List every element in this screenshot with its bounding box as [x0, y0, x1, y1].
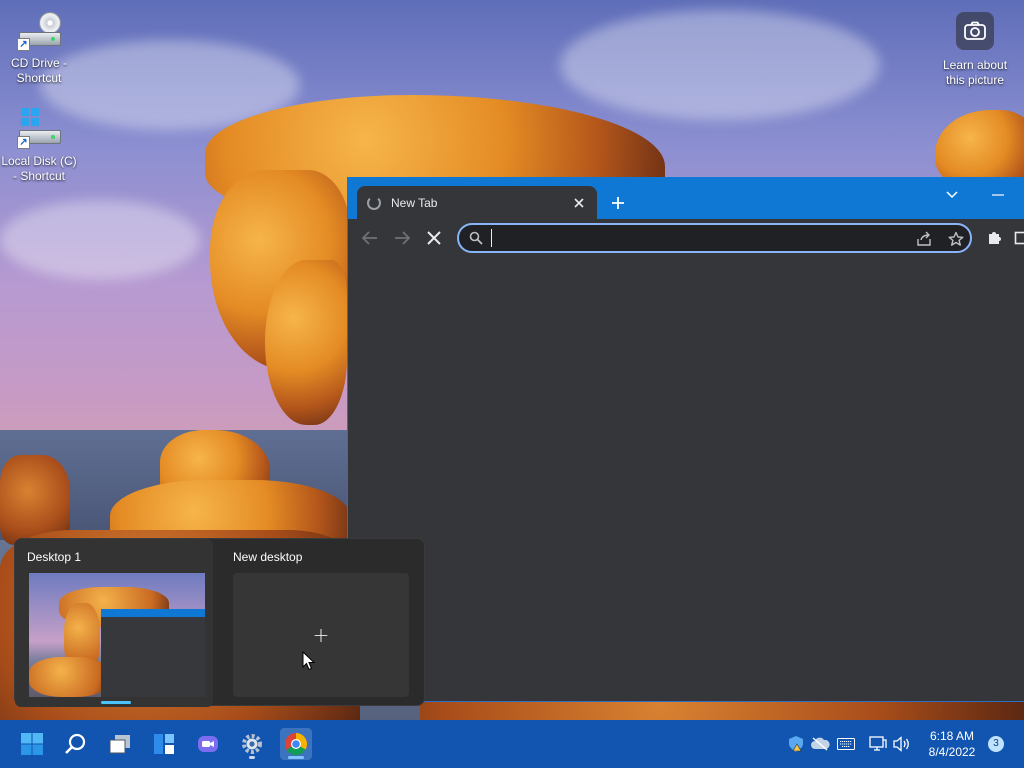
task-view-icon — [109, 735, 130, 754]
tab-new-tab[interactable]: New Tab — [357, 186, 597, 219]
cd-drive-icon: ↗ — [17, 8, 61, 52]
volume-icon[interactable] — [892, 734, 912, 754]
onedrive-offline-icon[interactable] — [810, 734, 830, 754]
share-icon — [917, 231, 931, 246]
desktop-icon-cd-drive[interactable]: ↗ CD Drive - Shortcut — [0, 8, 79, 86]
side-panel-button[interactable] — [1010, 226, 1024, 250]
desktop-label: Desktop 1 — [27, 550, 82, 564]
settings-button[interactable] — [236, 728, 268, 760]
clock-date: 8/4/2022 — [928, 745, 976, 759]
network-icon[interactable] — [868, 734, 888, 754]
loading-spinner-icon — [367, 195, 381, 210]
text-caret — [491, 229, 492, 247]
taskbar: 6:18 AM 8/4/2022 3 — [0, 720, 1024, 768]
local-disk-icon: ↗ — [17, 106, 61, 150]
puzzle-icon — [989, 232, 1001, 244]
search-icon — [469, 231, 483, 245]
desktop-1-card[interactable]: Desktop 1 — [15, 539, 213, 707]
chrome-icon — [285, 733, 307, 755]
chrome-button[interactable] — [280, 728, 312, 760]
stop-loading-button[interactable] — [422, 226, 446, 250]
cloud — [0, 200, 200, 280]
search-icon — [65, 733, 86, 754]
star-icon — [948, 231, 964, 246]
widgets-icon — [154, 734, 174, 754]
gear-icon — [242, 734, 262, 754]
security-warning-icon[interactable] — [786, 734, 806, 754]
minimize-button[interactable] — [984, 183, 1012, 207]
arrow-right-icon — [395, 231, 410, 245]
cloud — [560, 10, 880, 120]
active-app-indicator — [288, 756, 304, 759]
plus-icon: + — [312, 623, 330, 647]
widgets-button[interactable] — [148, 728, 180, 760]
active-desktop-indicator — [101, 701, 131, 704]
camera-icon — [956, 12, 994, 50]
learn-about-picture-label: Learn about this picture — [942, 58, 1008, 87]
close-icon — [574, 197, 584, 208]
chevron-down-icon — [946, 191, 958, 199]
notification-badge[interactable]: 3 — [988, 736, 1004, 752]
side-panel-icon — [1014, 231, 1024, 245]
arrow-left-icon — [362, 231, 377, 245]
browser-toolbar — [348, 219, 1024, 257]
desktop-icon-label: Local Disk (C) - Shortcut — [1, 154, 77, 183]
desktop-icon-local-disk[interactable]: ↗ Local Disk (C) - Shortcut — [0, 106, 79, 184]
address-input[interactable] — [489, 228, 899, 248]
close-icon — [427, 231, 441, 245]
new-desktop-label: New desktop — [233, 550, 303, 564]
learn-about-picture[interactable]: Learn about this picture — [936, 12, 1014, 88]
desktop-thumbnail — [29, 573, 205, 697]
bookmark-button[interactable] — [947, 230, 965, 248]
start-button[interactable] — [16, 728, 48, 760]
forward-button[interactable] — [390, 226, 414, 250]
browser-window[interactable]: New Tab — [347, 177, 1024, 702]
chat-button[interactable] — [192, 728, 224, 760]
new-tab-button[interactable] — [606, 191, 630, 215]
desktop-icon-label: CD Drive - Shortcut — [11, 56, 67, 85]
plus-icon — [612, 197, 624, 209]
running-indicator — [249, 756, 255, 759]
rock-formation — [265, 260, 347, 425]
search-button[interactable] — [60, 728, 92, 760]
extensions-button[interactable] — [982, 226, 1006, 250]
clock[interactable]: 6:18 AM 8/4/2022 — [922, 728, 982, 760]
mouse-cursor-icon — [302, 651, 316, 671]
browser-titlebar[interactable]: New Tab — [348, 177, 1024, 219]
back-button[interactable] — [358, 226, 382, 250]
clock-time: 6:18 AM — [929, 729, 975, 743]
tab-search-button[interactable] — [938, 183, 966, 207]
tab-title: New Tab — [391, 195, 438, 210]
minimize-icon — [992, 194, 1004, 196]
new-desktop-button[interactable]: + — [233, 573, 409, 697]
windows-start-icon — [21, 733, 43, 755]
share-button[interactable] — [915, 230, 933, 248]
task-view-button[interactable] — [104, 728, 136, 760]
tab-close-button[interactable] — [571, 195, 587, 211]
address-bar[interactable] — [457, 223, 972, 253]
keyboard-icon[interactable] — [836, 734, 856, 754]
desktops-flyout: Desktop 1 New desktop + — [14, 538, 425, 707]
chat-icon — [198, 736, 218, 752]
